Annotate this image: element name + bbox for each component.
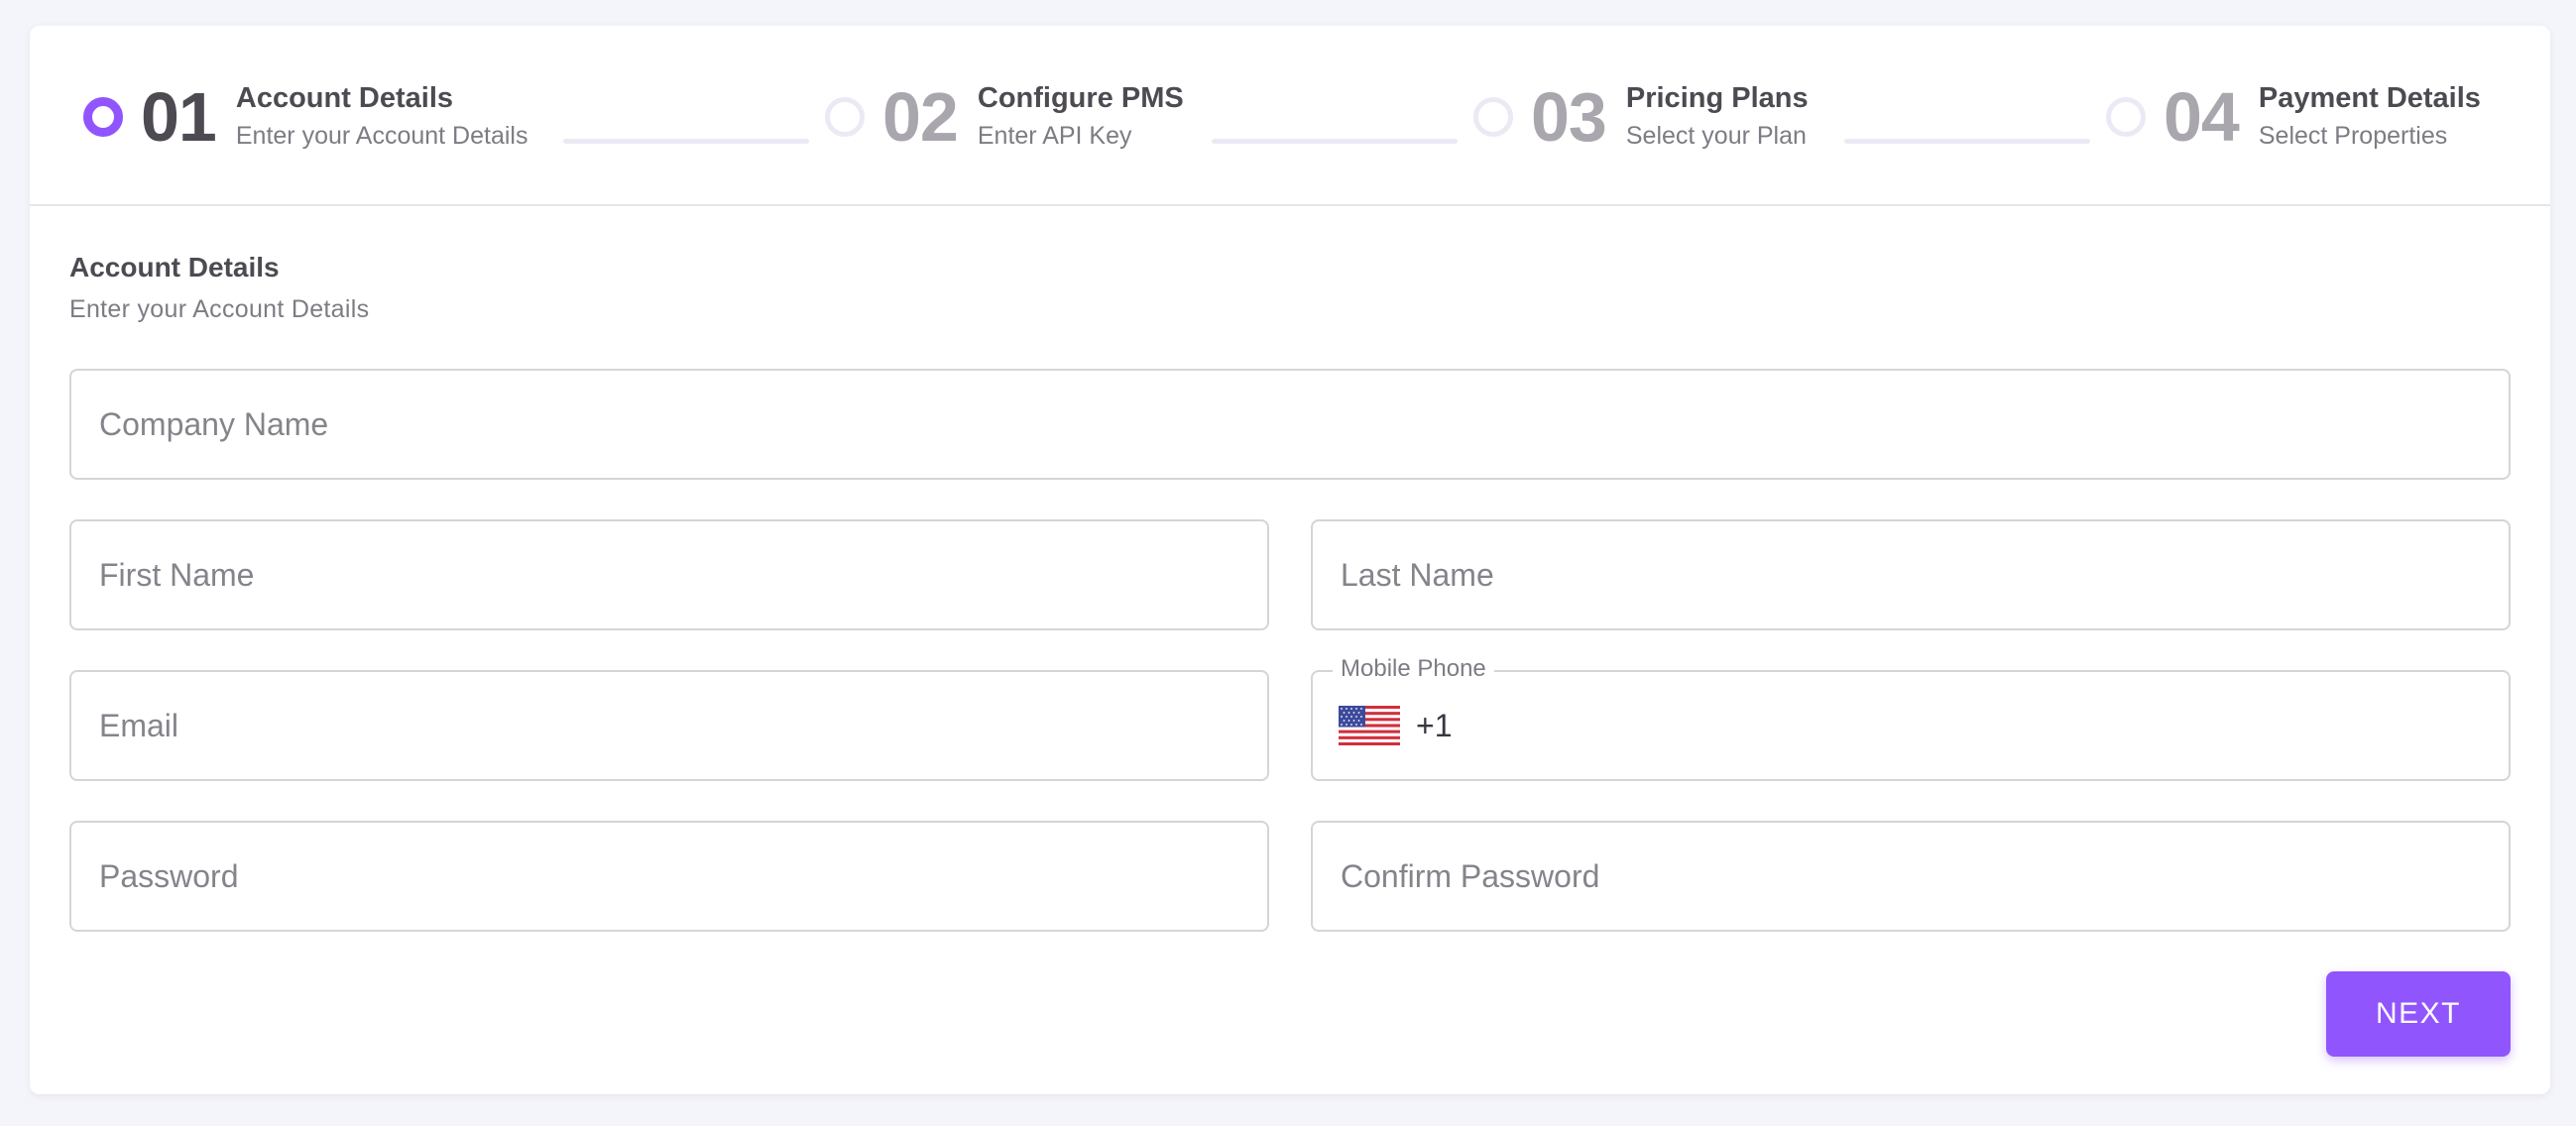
us-flag-icon[interactable] (1339, 706, 1400, 745)
first-name-input[interactable] (71, 521, 1267, 628)
step-connector (563, 139, 809, 144)
step-subtitle: Select your Plan (1625, 122, 1807, 150)
section-subtitle: Enter your Account Details (69, 295, 370, 323)
step-indicator-icon (2106, 97, 2146, 137)
step-indicator-icon (825, 97, 865, 137)
next-button[interactable]: NEXT (2326, 971, 2511, 1057)
registration-card: 01 Account Details Enter your Account De… (30, 26, 2550, 1094)
step-indicator-icon (1473, 97, 1513, 137)
step-connector (1212, 139, 1458, 144)
step-payment-details[interactable]: 04 Payment Details Select Properties (2106, 77, 2481, 157)
section-title: Account Details (69, 252, 280, 282)
step-connector (1844, 139, 2090, 144)
confirm-password-field (1311, 821, 2511, 932)
step-account-details[interactable]: 01 Account Details Enter your Account De… (83, 77, 527, 157)
step-pricing-plans[interactable]: 03 Pricing Plans Select your Plan (1473, 77, 1809, 157)
step-title: Account Details (235, 82, 454, 114)
step-title: Configure PMS (977, 82, 1184, 114)
stepper: 01 Account Details Enter your Account De… (30, 26, 2550, 206)
step-number: 03 (1531, 78, 1607, 156)
password-input[interactable] (71, 823, 1267, 930)
step-subtitle: Enter your Account Details (235, 122, 528, 150)
mobile-phone-field: Mobile Phone +1 (1311, 655, 2511, 781)
step-subtitle: Select Properties (2258, 122, 2448, 150)
first-name-field (69, 519, 1269, 630)
mobile-phone-label: Mobile Phone (1333, 655, 1494, 683)
step-subtitle: Enter API Key (977, 122, 1132, 150)
confirm-password-input[interactable] (1313, 823, 2509, 930)
password-field (69, 821, 1269, 932)
step-number: 01 (141, 78, 217, 156)
email-input[interactable] (71, 672, 1267, 779)
company-name-field (69, 369, 2511, 480)
country-code: +1 (1416, 707, 1453, 743)
step-number: 04 (2164, 78, 2240, 156)
company-name-input[interactable] (71, 371, 2509, 478)
step-title: Payment Details (2258, 82, 2481, 114)
last-name-input[interactable] (1313, 521, 2509, 628)
email-field (69, 670, 1269, 781)
last-name-field (1311, 519, 2511, 630)
step-indicator-active-icon (83, 97, 123, 137)
mobile-phone-input[interactable] (1452, 672, 2483, 779)
step-number: 02 (882, 78, 959, 156)
step-configure-pms[interactable]: 02 Configure PMS Enter API Key (825, 77, 1184, 157)
step-title: Pricing Plans (1625, 82, 1809, 114)
